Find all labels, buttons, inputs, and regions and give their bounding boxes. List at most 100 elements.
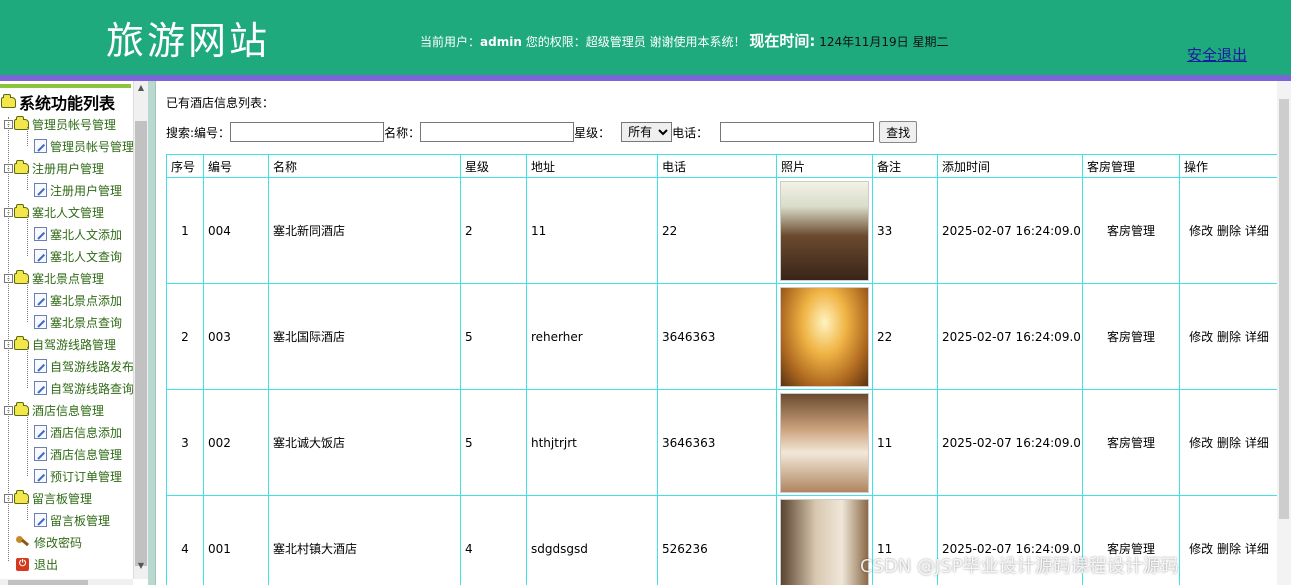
- tree-item-booking-orders[interactable]: 预订订单管理: [34, 465, 122, 487]
- tree-group-culture[interactable]: - 塞北人文管理: [4, 201, 104, 223]
- room-manage-link[interactable]: 客房管理: [1082, 283, 1180, 390]
- delete-link[interactable]: 删除: [1217, 436, 1241, 450]
- star-select[interactable]: 所有: [621, 122, 673, 142]
- cell-name: 塞北诚大饭店: [268, 389, 461, 496]
- cell-address: sdgdsgsd: [526, 495, 658, 585]
- room-manage-link[interactable]: 客房管理: [1082, 389, 1180, 496]
- scroll-up-arrow-icon[interactable]: ▲: [134, 83, 148, 97]
- tree-item-self-drive-publish[interactable]: 自驾游线路发布: [34, 355, 133, 377]
- search-label: 搜索:: [166, 125, 195, 140]
- hotel-photo: [780, 286, 869, 387]
- phone-input[interactable]: [720, 122, 875, 142]
- tree-group-hotel[interactable]: - 酒店信息管理: [4, 399, 104, 421]
- room-manage-link[interactable]: 客房管理: [1082, 177, 1180, 284]
- tree-connector: [27, 171, 28, 190]
- search-button[interactable]: 查找: [879, 121, 918, 143]
- tree-connector: [27, 501, 28, 520]
- table-row: 3 002 塞北诚大饭店 5 hthjtrjrt 3646363 11 2025…: [166, 389, 1279, 496]
- main-vertical-scrollbar[interactable]: [1277, 81, 1291, 585]
- cell-phone: 22: [657, 177, 777, 284]
- sidebar-horizontal-scrollbar[interactable]: [0, 579, 133, 585]
- cell-photo: [776, 283, 873, 390]
- cell-added-time: 2025-02-07 16:24:09.0: [937, 283, 1083, 390]
- cell-photo: [776, 177, 873, 284]
- logout-link[interactable]: 安全退出: [1187, 44, 1247, 65]
- table-row: 2 003 塞北国际酒店 5 reherher 3646363 22 2025-…: [166, 283, 1279, 390]
- column-header: 备注: [872, 154, 938, 178]
- edit-page-icon: [34, 447, 47, 461]
- cell-index: 4: [166, 495, 204, 585]
- delete-link[interactable]: 删除: [1217, 330, 1241, 344]
- tree-item-change-password[interactable]: 修改密码: [16, 531, 82, 553]
- cell-photo: [776, 389, 873, 496]
- top-banner: 旅游网站 当前用户：admin 您的权限：超级管理员 谢谢使用本系统！ 现在时间…: [0, 0, 1291, 76]
- tree-group-attractions[interactable]: - 塞北景点管理: [4, 267, 104, 289]
- user-prefix: 当前用户：: [420, 35, 481, 49]
- tree-item-label: 留言板管理: [50, 513, 111, 528]
- scrollbar-thumb[interactable]: [8, 580, 88, 585]
- tree-root[interactable]: 系统功能列表: [1, 91, 115, 113]
- tree-group-message-board[interactable]: - 留言板管理: [4, 487, 92, 509]
- site-title: 旅游网站: [106, 19, 271, 63]
- scrollbar-thumb[interactable]: [135, 121, 147, 566]
- tree-item-label: 自驾游线路发布: [50, 359, 133, 374]
- tree-group-label: 留言板管理: [32, 491, 93, 506]
- tree-group-registered-users[interactable]: - 注册用户管理: [4, 157, 104, 179]
- name-input[interactable]: [420, 122, 575, 142]
- code-input[interactable]: [230, 122, 385, 142]
- tree-item-attractions-query[interactable]: 塞北景点查询: [34, 311, 122, 333]
- tree-item-label: 塞北景点查询: [50, 315, 123, 330]
- tree-group-label: 自驾游线路管理: [32, 337, 117, 352]
- tree-connector: [27, 347, 28, 388]
- detail-link[interactable]: 详细: [1245, 224, 1269, 238]
- column-header: 星级: [460, 154, 527, 178]
- delete-link[interactable]: 删除: [1217, 542, 1241, 556]
- edit-link[interactable]: 修改: [1189, 330, 1213, 344]
- scroll-down-arrow-icon[interactable]: ▼: [134, 561, 148, 575]
- column-header: 操作: [1179, 154, 1279, 178]
- tree-connector: [8, 117, 9, 561]
- tree-item-label: 管理员帐号管理: [50, 139, 133, 154]
- edit-page-icon: [34, 359, 47, 373]
- tree-item-culture-add[interactable]: 塞北人文添加: [34, 223, 122, 245]
- tree-item-registered-users[interactable]: 注册用户管理: [34, 179, 122, 201]
- tree-item-label: 塞北人文添加: [50, 227, 123, 242]
- folder-open-icon: [1, 93, 16, 108]
- edit-link[interactable]: 修改: [1189, 436, 1213, 450]
- cell-phone: 3646363: [657, 283, 777, 390]
- edit-page-icon: [34, 249, 47, 263]
- cell-name: 塞北新同酒店: [268, 177, 461, 284]
- tree-item-self-drive-query[interactable]: 自驾游线路查询: [34, 377, 133, 399]
- sidebar-vertical-scrollbar[interactable]: ▲ ▼: [133, 81, 148, 579]
- detail-link[interactable]: 详细: [1245, 542, 1269, 556]
- delete-link[interactable]: 删除: [1217, 224, 1241, 238]
- tree-item-hotel-add[interactable]: 酒店信息添加: [34, 421, 122, 443]
- tree-item-label: 注册用户管理: [50, 183, 123, 198]
- watermark-text: CSDN @JSP毕业设计源码课程设计源码: [860, 556, 1179, 577]
- cell-index: 1: [166, 177, 204, 284]
- edit-link[interactable]: 修改: [1189, 542, 1213, 556]
- cell-added-time: 2025-02-07 16:24:09.0: [937, 389, 1083, 496]
- cell-photo: [776, 495, 873, 585]
- edit-link[interactable]: 修改: [1189, 224, 1213, 238]
- tree-group-admin-accounts[interactable]: - 管理员帐号管理: [4, 113, 116, 135]
- column-header: 照片: [776, 154, 873, 178]
- tree-group-self-drive[interactable]: - 自驾游线路管理: [4, 333, 116, 355]
- current-username: admin: [480, 35, 522, 49]
- frame-divider[interactable]: [148, 81, 156, 585]
- tree-item-exit[interactable]: ⏻ 退出: [16, 553, 58, 575]
- tree-item-attractions-add[interactable]: 塞北景点添加: [34, 289, 122, 311]
- column-header: 序号: [166, 154, 204, 178]
- detail-link[interactable]: 详细: [1245, 330, 1269, 344]
- scrollbar-thumb[interactable]: [1279, 99, 1289, 519]
- cell-code: 002: [203, 389, 269, 496]
- tree-item-culture-query[interactable]: 塞北人文查询: [34, 245, 122, 267]
- cell-star: 4: [460, 495, 527, 585]
- tree-item-admin-accounts[interactable]: 管理员帐号管理: [34, 135, 133, 157]
- cell-index: 2: [166, 283, 204, 390]
- tree-item-message-board[interactable]: 留言板管理: [34, 509, 110, 531]
- detail-link[interactable]: 详细: [1245, 436, 1269, 450]
- tree-connector: [27, 281, 28, 322]
- tree-item-hotel-manage[interactable]: 酒店信息管理: [34, 443, 122, 465]
- edit-page-icon: [34, 315, 47, 329]
